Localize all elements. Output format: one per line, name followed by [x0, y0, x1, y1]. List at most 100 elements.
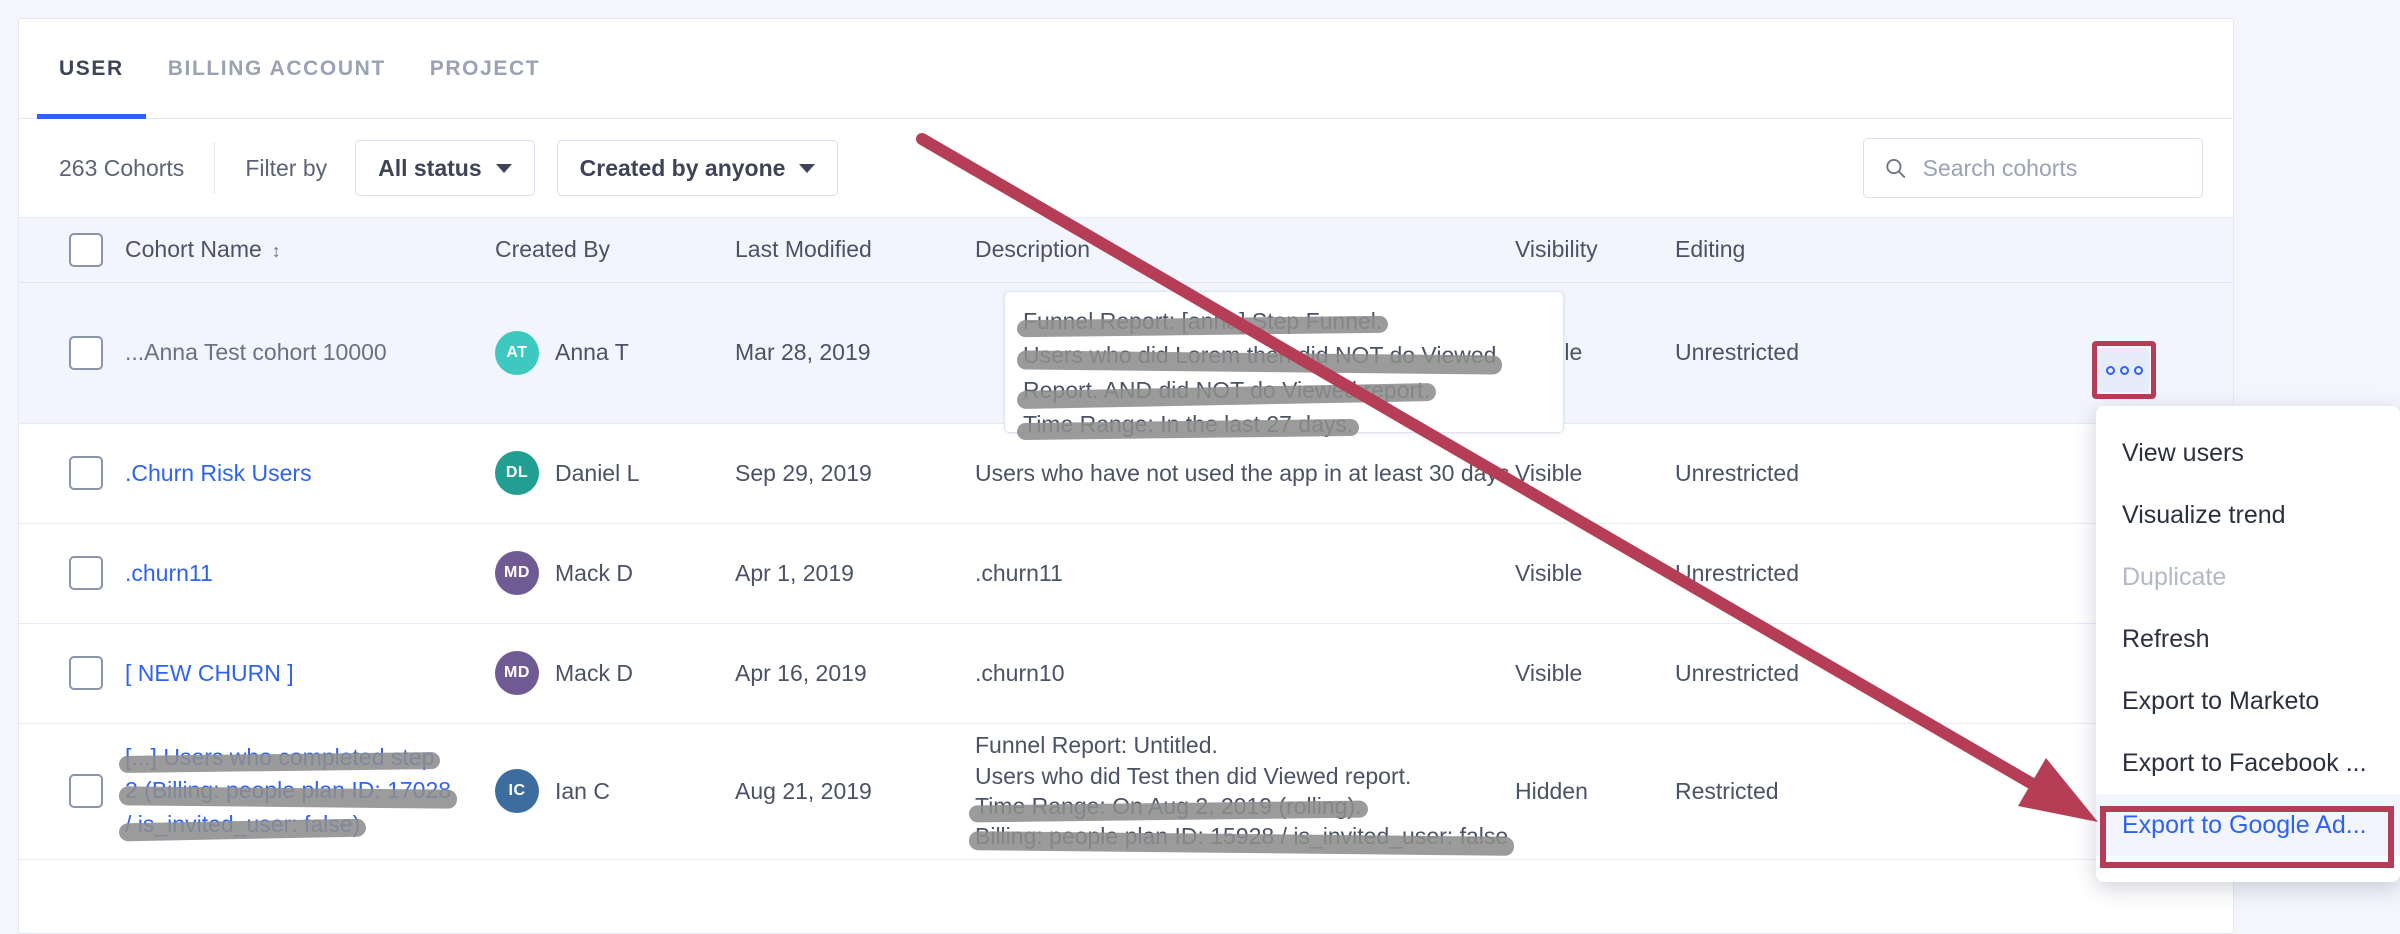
header-editing: Editing — [1665, 218, 1895, 282]
cell-cohort-name[interactable]: .Churn Risk Users — [115, 423, 485, 523]
row-checkbox-cell — [19, 723, 115, 859]
table-head: Cohort Name↕ Created By Last Modified De… — [19, 218, 2233, 282]
description-line: Users who did Test then did Viewed repor… — [975, 761, 1495, 791]
cell-created-by: AT Anna T — [485, 282, 725, 423]
status-filter-dropdown[interactable]: All status — [355, 140, 535, 196]
cell-description: .churn11 — [965, 523, 1505, 623]
dot — [2134, 366, 2143, 375]
header-created-by: Created By — [485, 218, 725, 282]
tab-bar: USER BILLING ACCOUNT PROJECT — [19, 19, 2233, 119]
cohort-count: 263 Cohorts — [59, 155, 184, 182]
cell-cohort-name[interactable]: [...] Users who completed step 2 (Billin… — [115, 723, 485, 859]
cell-last-modified: Apr 1, 2019 — [725, 523, 965, 623]
menu-item-duplicate: Duplicate — [2096, 546, 2400, 608]
creator-filter-label: Created by anyone — [580, 155, 786, 182]
cell-last-modified: Aug 21, 2019 — [725, 723, 965, 859]
menu-item-export-marketo[interactable]: Export to Marketo — [2096, 670, 2400, 732]
tab-billing-account-label: BILLING ACCOUNT — [168, 57, 386, 80]
description-line: .churn10 — [975, 658, 1495, 688]
row-checkbox-cell — [19, 623, 115, 723]
cohort-name-link[interactable]: [...] Users who completed step 2 (Billin… — [125, 741, 475, 841]
author-name: Mack D — [555, 660, 633, 687]
avatar: DL — [495, 451, 539, 495]
chevron-down-icon — [496, 164, 512, 173]
search-icon — [1884, 155, 1907, 181]
description-line: Time Range: On Aug 2, 2019 (rolling). — [975, 791, 1362, 821]
row-checkbox[interactable] — [69, 456, 103, 490]
cell-last-modified: Mar 28, 2019 — [725, 282, 965, 423]
description-line: .churn11 — [975, 558, 1495, 588]
menu-item-export-google-ads[interactable]: Export to Google Ad... — [2096, 794, 2400, 856]
description-line: Billing: people plan ID: 15928 / is_invi… — [975, 821, 1508, 851]
header-cohort-name[interactable]: Cohort Name ↕ — [115, 218, 485, 282]
cell-editing: Unrestricted — [1665, 523, 1895, 623]
cohort-name-link[interactable]: .Churn Risk Users — [125, 460, 312, 486]
cell-editing: Unrestricted — [1665, 423, 1895, 523]
sort-icon[interactable]: ↕ — [272, 241, 281, 262]
header-actions — [1895, 218, 2233, 282]
header-cohort-name-label: Cohort Name — [125, 236, 262, 262]
cell-visibility: Hidden — [1505, 723, 1665, 859]
cohort-name-line: 2 (Billing: people plan ID: 17028 — [125, 774, 451, 807]
cell-cohort-name[interactable]: [ NEW CHURN ] — [115, 623, 485, 723]
description-line: Funnel Report: Untitled. — [975, 730, 1495, 760]
cohort-name-text: ...Anna Test cohort 10000 — [125, 339, 387, 365]
author-name: Mack D — [555, 560, 633, 587]
cell-actions — [1895, 282, 2233, 423]
tab-user[interactable]: USER — [37, 19, 146, 119]
tab-project-label: PROJECT — [430, 57, 540, 80]
menu-item-refresh[interactable]: Refresh — [2096, 608, 2400, 670]
table-row[interactable]: .churn11 MD Mack D Apr 1, 2019 .churn11 … — [19, 523, 2233, 623]
row-checkbox[interactable] — [69, 774, 103, 808]
row-checkbox[interactable] — [69, 656, 103, 690]
table-row[interactable]: [ NEW CHURN ] MD Mack D Apr 16, 2019 .ch… — [19, 623, 2233, 723]
row-checkbox-cell — [19, 523, 115, 623]
table-row[interactable]: [...] Users who completed step 2 (Billin… — [19, 723, 2233, 859]
cell-last-modified: Apr 16, 2019 — [725, 623, 965, 723]
cell-cohort-name[interactable]: .churn11 — [115, 523, 485, 623]
row-checkbox[interactable] — [69, 336, 103, 370]
cohort-name-link[interactable]: .churn11 — [125, 560, 213, 586]
menu-item-view-users[interactable]: View users — [2096, 422, 2400, 484]
tab-user-label: USER — [59, 57, 124, 80]
row-actions-button[interactable] — [2099, 348, 2149, 392]
cell-editing: Unrestricted — [1665, 282, 1895, 423]
creator-filter-dropdown[interactable]: Created by anyone — [557, 140, 839, 196]
cell-editing: Unrestricted — [1665, 623, 1895, 723]
menu-item-visualize-trend[interactable]: Visualize trend — [2096, 484, 2400, 546]
select-all-checkbox[interactable] — [69, 233, 103, 267]
header-select-all — [19, 218, 115, 282]
row-checkbox-cell — [19, 423, 115, 523]
cell-created-by: MD Mack D — [485, 523, 725, 623]
cell-created-by: IC Ian C — [485, 723, 725, 859]
author-name: Ian C — [555, 778, 610, 805]
cohort-name-line: [...] Users who completed step — [125, 741, 434, 774]
filter-bar: 263 Cohorts Filter by All status Created… — [19, 119, 2233, 218]
description-popover: Funnel Report: [anna] Step Funnel. Users… — [1004, 291, 1564, 433]
tab-project[interactable]: PROJECT — [408, 19, 562, 119]
avatar: MD — [495, 551, 539, 595]
cell-visibility: Visible — [1505, 623, 1665, 723]
cohorts-panel: USER BILLING ACCOUNT PROJECT 263 Cohorts… — [18, 18, 2234, 934]
avatar: MD — [495, 651, 539, 695]
cell-created-by: MD Mack D — [485, 623, 725, 723]
cell-cohort-name[interactable]: ...Anna Test cohort 10000 — [115, 282, 485, 423]
author-name: Anna T — [555, 339, 629, 366]
dot — [2106, 366, 2115, 375]
menu-item-export-facebook[interactable]: Export to Facebook ... — [2096, 732, 2400, 794]
cell-visibility: Visible — [1505, 523, 1665, 623]
row-checkbox-cell — [19, 282, 115, 423]
cell-editing: Restricted — [1665, 723, 1895, 859]
tab-billing-account[interactable]: BILLING ACCOUNT — [146, 19, 408, 119]
search-input[interactable] — [1923, 155, 2182, 182]
search-box[interactable] — [1863, 138, 2203, 198]
row-context-menu: View users Visualize trend Duplicate Ref… — [2096, 406, 2400, 882]
cohort-name-link[interactable]: [ NEW CHURN ] — [125, 660, 294, 686]
description-line: Users who have not used the app in at le… — [975, 458, 1495, 488]
filter-by-label: Filter by — [245, 155, 327, 182]
row-checkbox[interactable] — [69, 556, 103, 590]
cohort-name-line: / is_invited_user: false) — [125, 808, 360, 841]
header-last-modified: Last Modified — [725, 218, 965, 282]
avatar: IC — [495, 769, 539, 813]
description-line: Funnel Report: [anna] Step Funnel. — [1023, 306, 1382, 336]
